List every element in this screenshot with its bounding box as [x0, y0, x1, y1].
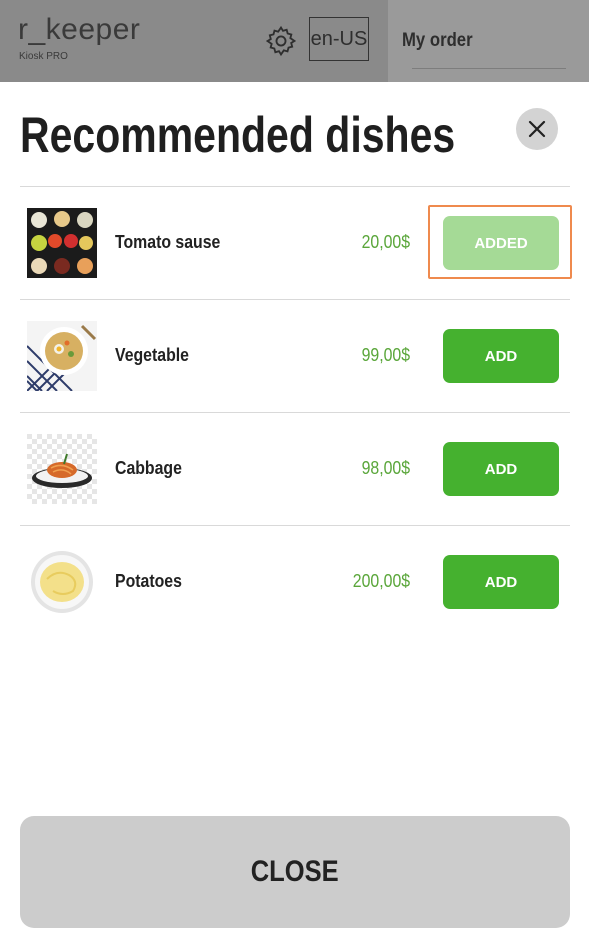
- dish-name: Vegetable: [115, 345, 189, 365]
- logo-subtitle: Kiosk PRO: [19, 51, 68, 62]
- close-modal-button[interactable]: [516, 108, 558, 150]
- close-button[interactable]: CLOSE: [20, 816, 570, 928]
- add-button[interactable]: ADD: [443, 555, 559, 609]
- add-button[interactable]: ADD: [443, 442, 559, 496]
- language-selector[interactable]: en-US: [309, 17, 369, 61]
- list-item: Tomato sause 20,00$ ADDED: [20, 186, 572, 299]
- dish-list: Tomato sause 20,00$ ADDED Vegetable 99,0…: [20, 186, 572, 638]
- list-item: Potatoes 200,00$ ADD: [20, 525, 570, 638]
- top-bar: r_keeper Kiosk PRO en-US My order: [0, 0, 589, 82]
- add-button[interactable]: ADD: [443, 329, 559, 383]
- close-icon: [528, 120, 546, 138]
- dish-name: Cabbage: [115, 458, 182, 478]
- dish-image-cabbage: [27, 434, 97, 504]
- list-item: Cabbage 98,00$ ADD: [20, 412, 570, 525]
- order-title: My order: [402, 30, 473, 51]
- dish-price: 99,00$: [361, 345, 410, 365]
- dish-name: Potatoes: [115, 571, 182, 591]
- dish-price: 98,00$: [361, 458, 410, 478]
- gear-icon[interactable]: [264, 24, 298, 58]
- modal-title: Recommended dishes: [20, 107, 456, 163]
- close-button-label: CLOSE: [251, 855, 339, 888]
- order-divider: [412, 68, 566, 69]
- dish-image-tomato-sause: [27, 208, 97, 278]
- dish-image-potatoes: [27, 547, 97, 617]
- added-button[interactable]: ADDED: [443, 216, 559, 270]
- logo: r_keeper: [18, 13, 141, 46]
- dish-price: 20,00$: [361, 232, 410, 252]
- dish-name: Tomato sause: [115, 232, 221, 252]
- dish-image-vegetable: [27, 321, 97, 391]
- order-panel: My order: [388, 0, 589, 82]
- dish-price: 200,00$: [352, 571, 410, 591]
- list-item: Vegetable 99,00$ ADD: [20, 299, 570, 412]
